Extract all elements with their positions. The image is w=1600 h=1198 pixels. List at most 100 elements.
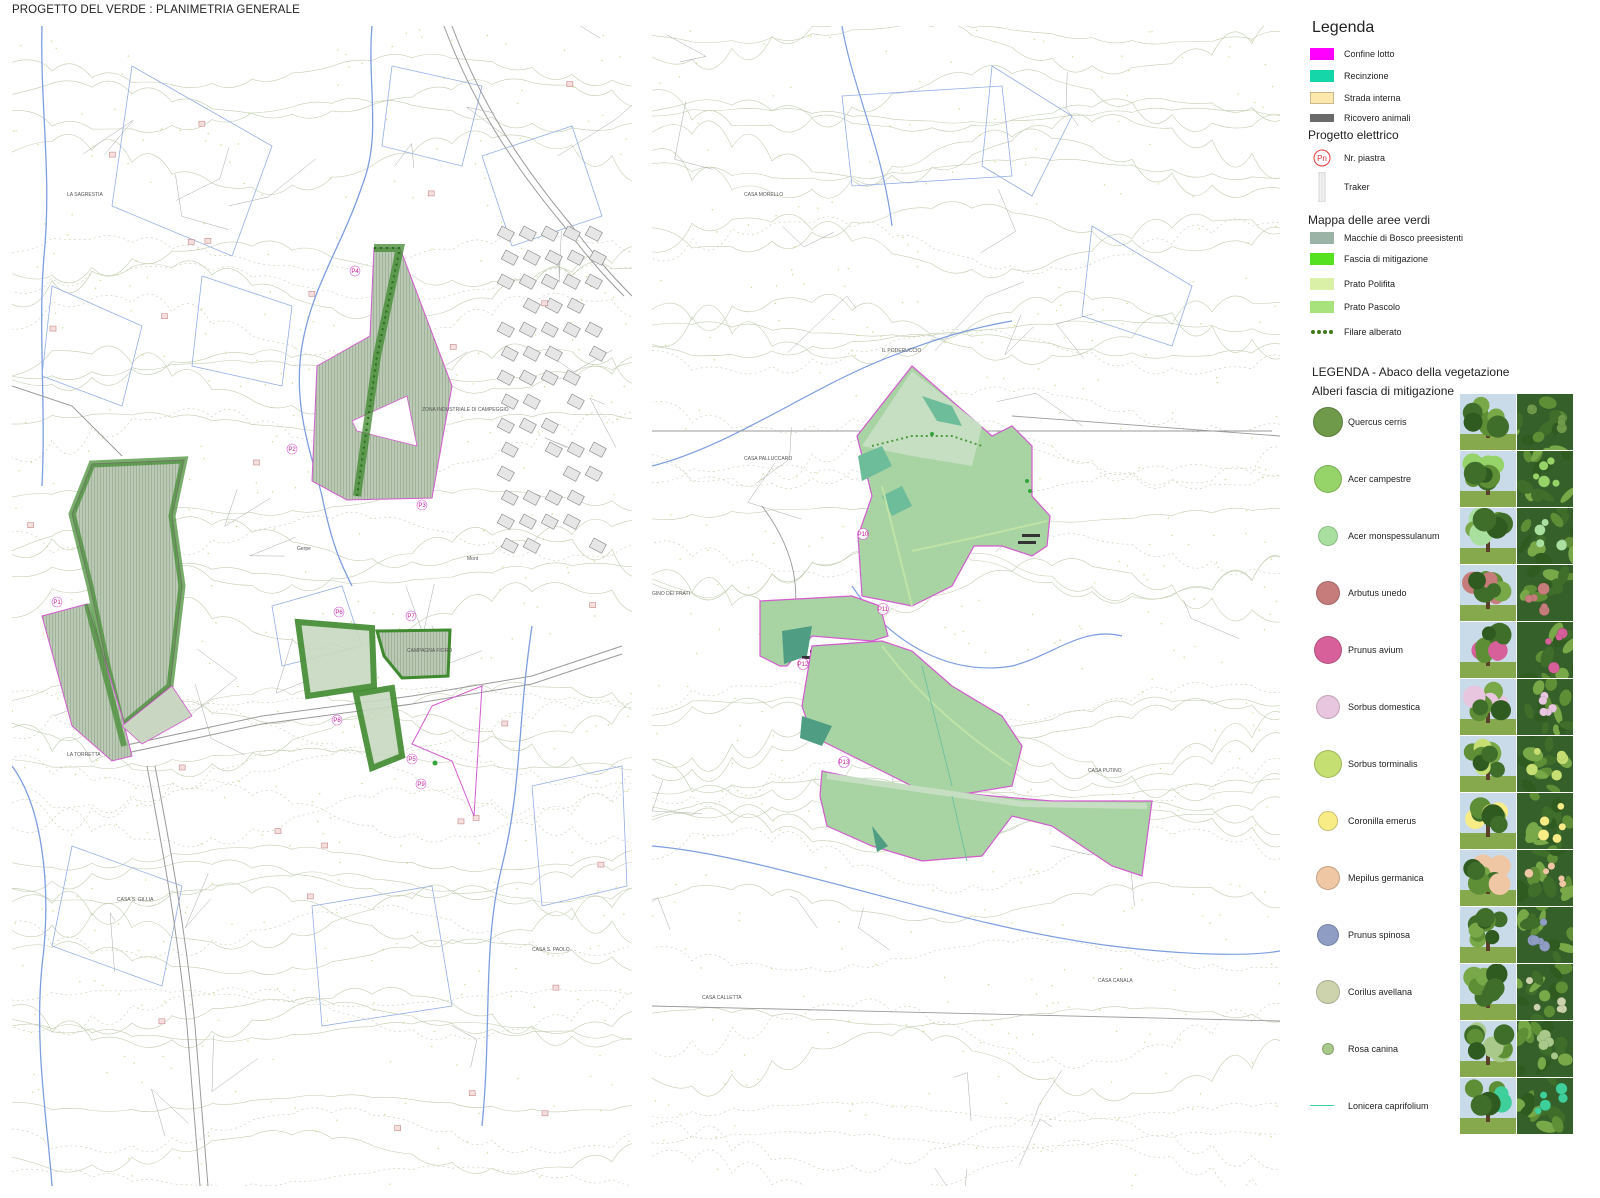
place-label: LA TORRETTA	[67, 752, 101, 758]
legend-swatch	[1310, 70, 1334, 82]
plot-p4[interactable]	[311, 244, 453, 501]
legend-swatch	[1310, 253, 1334, 265]
species-name: Acer campestre	[1348, 474, 1412, 484]
legend-swatch	[1310, 232, 1334, 244]
species-name: Mepilus germanica	[1348, 873, 1424, 883]
species-name: Sorbus domestica	[1348, 702, 1421, 712]
legend-swatch	[1310, 301, 1334, 313]
tree-photo-icon	[1460, 1078, 1516, 1134]
place-label: CASA MORELLO	[744, 192, 783, 198]
leaf-photo-icon	[1517, 793, 1573, 849]
vegetation-title: LEGENDA - Abaco della vegetazione	[1312, 365, 1510, 379]
plot-label: P12	[798, 662, 809, 668]
legend-item-prato-polifita: Prato Polifita	[1310, 277, 1395, 291]
legend-item-label: Macchie di Bosco preesistenti	[1344, 233, 1464, 243]
species-name: Lonicera caprifolium	[1348, 1101, 1429, 1111]
tree-photo-icon	[1460, 1021, 1516, 1077]
species-swatch	[1314, 750, 1342, 778]
species-row: Lonicera caprifolium	[1304, 1078, 1594, 1135]
species-row: Mepilus germanica	[1304, 850, 1594, 907]
legend-item-label: Ricovero animali	[1344, 113, 1411, 123]
plot-label: P11	[878, 607, 889, 613]
place-label: CASA S. PAOLO	[532, 947, 570, 953]
species-swatch	[1313, 407, 1343, 437]
plot-label: P1	[53, 600, 61, 606]
leaf-photo-icon	[1517, 1078, 1573, 1134]
svg-text:Pn: Pn	[1317, 154, 1327, 163]
species-name: Sorbus torminalis	[1348, 759, 1418, 769]
place-label: CASA PALLUCCARO	[744, 456, 792, 462]
species-line-swatch	[1310, 1105, 1334, 1106]
tree-photo-icon	[1460, 793, 1516, 849]
species-row: Coronilla emerus	[1304, 793, 1594, 850]
leaf-photo-icon	[1517, 1021, 1573, 1077]
species-swatch	[1314, 636, 1342, 664]
plot-label: P5	[408, 757, 416, 763]
tree-photo-icon	[1460, 964, 1516, 1020]
legend-item-label: Filare alberato	[1344, 327, 1402, 337]
map-left-canvas[interactable]: P1 P2 P3 P4 P5 P6 P7 P8 P9 LA SAGRESTIA LA TORRETT…	[12, 26, 632, 1186]
plot-p6[interactable]	[294, 618, 483, 817]
species-swatch	[1318, 811, 1338, 831]
leaf-photo-icon	[1517, 907, 1573, 963]
legend-item-filare-alberato: Filare alberato	[1310, 325, 1402, 339]
legend-item-strada-interna: Strada interna	[1310, 91, 1401, 105]
tree-photo-icon	[1460, 736, 1516, 792]
tree-photo-icon	[1460, 622, 1516, 678]
tree-photo-icon	[1460, 850, 1516, 906]
plot-p12[interactable]	[800, 640, 1023, 797]
tree-photo-icon	[1460, 679, 1516, 735]
plot-p1[interactable]	[41, 456, 193, 762]
species-row: Rosa canina	[1304, 1021, 1594, 1078]
plot-label: P10	[858, 532, 869, 538]
plot-label: P3	[418, 503, 426, 509]
species-row: Prunus spinosa	[1304, 907, 1594, 964]
legend-swatch	[1310, 92, 1334, 104]
legend-swatch	[1310, 114, 1334, 122]
tree-photo-icon	[1460, 907, 1516, 963]
species-swatch	[1316, 581, 1340, 605]
legend-title: Legenda	[1312, 19, 1375, 36]
legend-item-label: Nr. piastra	[1344, 153, 1386, 163]
species-name: Prunus avium	[1348, 645, 1404, 655]
species-row: Acer monspessulanum	[1304, 508, 1594, 565]
place-label: LA SAGRESTIA	[67, 192, 104, 198]
species-name: Coronilla emerus	[1348, 816, 1417, 826]
plot-label: P6	[335, 610, 343, 616]
page-title: PROGETTO DEL VERDE : PLANIMETRIA GENERAL…	[12, 4, 300, 16]
place-label: CASA S. GILLIA	[117, 897, 154, 903]
legend-item-macchie-bosco: Macchie di Bosco preesistenti	[1310, 231, 1463, 245]
map-right-panel[interactable]: P10 P11 P12 P13 IL PODERUCCIO CASA PALLUCCARO…	[652, 26, 1280, 1186]
species-row: Corilus avellana	[1304, 964, 1594, 1021]
species-swatch	[1318, 526, 1338, 546]
leaf-photo-icon	[1517, 736, 1573, 792]
species-row: Sorbus domestica	[1304, 679, 1594, 736]
legend-swatch	[1310, 278, 1334, 290]
map-right-basemap	[652, 26, 1280, 1186]
legend-item-ricovero-animali: Ricovero animali	[1310, 111, 1411, 125]
map-left-panel[interactable]: P1 P2 P3 P4 P5 P6 P7 P8 P9 LA SAGRESTIA LA TORRETT…	[12, 26, 632, 1186]
plot-label: P7	[407, 614, 415, 620]
plot-p10[interactable]	[856, 365, 1051, 607]
place-label: CASA PUTINO	[1088, 768, 1122, 774]
species-row: Arbutus unedo	[1304, 565, 1594, 622]
field-boundaries-right	[841, 65, 1193, 347]
legend-item-label: Confine lotto	[1344, 49, 1395, 59]
species-swatch	[1316, 866, 1340, 890]
place-label: Gerpe	[297, 546, 311, 552]
species-row: Acer campestre	[1304, 451, 1594, 508]
tree-photo-icon	[1460, 451, 1516, 507]
leaf-photo-icon	[1517, 508, 1573, 564]
legend-item-label: Traker	[1344, 182, 1370, 192]
plot-label: P4	[351, 269, 359, 275]
place-label: CASA CALLETTA	[702, 995, 742, 1001]
species-swatch	[1314, 465, 1342, 493]
section-aree-verdi: Mappa delle aree verdi	[1308, 213, 1431, 227]
leaf-photo-icon	[1517, 964, 1573, 1020]
plot-label: P8	[333, 718, 341, 724]
place-label: Mont	[467, 556, 479, 562]
plot-label: P2	[288, 447, 296, 453]
legend-item-fascia-mitigazione: Fascia di mitigazione	[1310, 252, 1428, 266]
map-right-canvas[interactable]: P10 P11 P12 P13 IL PODERUCCIO CASA PALLUCCARO…	[652, 26, 1280, 1186]
species-swatch	[1317, 924, 1339, 946]
